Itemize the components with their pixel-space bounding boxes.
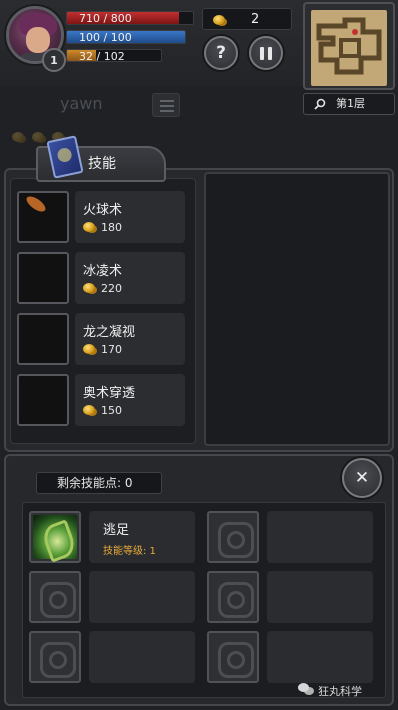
gold-value: 2 xyxy=(251,12,260,27)
close-icon: ✕ xyxy=(354,468,370,488)
skill-cost: 170 xyxy=(83,343,122,356)
talent-slot[interactable] xyxy=(29,511,81,563)
floor-label: 第1层 xyxy=(336,97,365,110)
gold-coin-icon xyxy=(83,405,95,415)
list-icon-line xyxy=(160,105,174,107)
tab-skills[interactable]: 技能 xyxy=(36,135,166,182)
talent-info-empty[interactable] xyxy=(89,571,195,623)
pause-icon-right xyxy=(268,46,272,60)
skill-name: 龙之凝视 xyxy=(83,325,136,340)
ice-shard-icon xyxy=(17,252,69,304)
tab-skills-label: 技能 xyxy=(88,156,116,172)
skill-info: 龙之凝视 170 xyxy=(75,313,185,365)
hp-value: 710 / 800 xyxy=(79,12,132,25)
chat-list-button[interactable] xyxy=(152,93,180,117)
spellbook-icon xyxy=(46,135,84,179)
list-icon-line xyxy=(160,110,174,112)
pause-button[interactable] xyxy=(249,36,283,70)
gold-coin-icon xyxy=(83,344,95,354)
wechat-icon xyxy=(298,683,314,696)
locked-swirl-icon[interactable] xyxy=(29,571,81,623)
floor-search-box[interactable]: 第1层 xyxy=(303,93,395,115)
skill-name: 火球术 xyxy=(83,203,123,218)
locked-swirl-icon[interactable] xyxy=(29,631,81,683)
dragon-eye-icon xyxy=(17,313,69,365)
talent-info[interactable]: 逃足 技能等级: 1 xyxy=(89,511,195,563)
xp-bar: 32 / 102 xyxy=(66,49,162,62)
wechat-bubble xyxy=(304,687,314,695)
mp-value: 100 / 100 xyxy=(79,31,132,44)
help-button[interactable]: ? xyxy=(204,36,238,70)
coin-icon xyxy=(32,132,44,142)
talent-info-empty[interactable] xyxy=(267,571,373,623)
skill-detail-panel xyxy=(204,172,390,446)
player-level-badge: 1 xyxy=(42,48,66,72)
skill-cost: 220 xyxy=(83,282,122,295)
skill-info: 火球术 180 xyxy=(75,191,185,243)
skill-card-dragon-gaze[interactable]: 龙之凝视 170 xyxy=(17,313,191,369)
talent-info-empty[interactable] xyxy=(267,511,373,563)
xp-value: 32 / 102 xyxy=(79,50,125,62)
gold-counter: 2 xyxy=(202,8,292,30)
hp-bar: 710 / 800 xyxy=(66,11,194,25)
locked-swirl-icon[interactable] xyxy=(207,631,259,683)
skill-cost: 150 xyxy=(83,404,122,417)
talent-info-empty[interactable] xyxy=(89,631,195,683)
gold-coin-icon xyxy=(83,222,95,232)
fireball-icon xyxy=(17,191,69,243)
leaf-icon xyxy=(33,515,77,559)
locked-swirl-icon[interactable] xyxy=(207,571,259,623)
mp-bar: 100 / 100 xyxy=(66,30,186,44)
watermark: 狂丸科学 xyxy=(318,685,362,698)
skill-card-ice-shard[interactable]: 冰凌术 220 xyxy=(17,252,191,308)
player-marker-icon xyxy=(352,29,358,35)
minimap[interactable] xyxy=(303,2,395,90)
list-icon-line xyxy=(160,100,174,102)
remaining-points: 剩余技能点: 0 xyxy=(36,472,162,494)
skill-info: 奥术穿透 150 xyxy=(75,374,185,426)
coin-icon xyxy=(12,132,24,142)
skill-card-fireball[interactable]: 火球术 180 xyxy=(17,191,191,247)
locked-swirl-icon[interactable] xyxy=(207,511,259,563)
help-label: ? xyxy=(216,43,226,63)
skill-cost: 180 xyxy=(83,221,122,234)
skill-card-arcane-pierce[interactable]: 奥术穿透 150 xyxy=(17,374,191,430)
close-button[interactable]: ✕ xyxy=(342,458,382,498)
skill-cost-value: 150 xyxy=(101,404,122,417)
talent-info-empty[interactable] xyxy=(267,631,373,683)
minimap-rooms xyxy=(316,17,382,75)
pause-icon-left xyxy=(260,46,264,60)
chat-message: yawn xyxy=(60,94,103,113)
search-icon xyxy=(314,98,326,110)
arcane-pierce-icon xyxy=(17,374,69,426)
talent-grid: 逃足 技能等级: 1 xyxy=(22,502,386,698)
talent-level: 技能等级: 1 xyxy=(103,546,156,557)
skill-name: 奥术穿透 xyxy=(83,386,136,401)
gold-coin-icon xyxy=(213,15,225,25)
skill-list: 火球术 180 冰凌术 220 龙之凝视 170 奥术穿透 150 xyxy=(10,178,196,444)
skill-cost-value: 180 xyxy=(101,221,122,234)
gold-coin-icon xyxy=(83,283,95,293)
skill-cost-value: 170 xyxy=(101,343,122,356)
talent-name: 逃足 xyxy=(103,523,130,538)
skill-info: 冰凌术 220 xyxy=(75,252,185,304)
skill-cost-value: 220 xyxy=(101,282,122,295)
skill-name: 冰凌术 xyxy=(83,264,123,279)
